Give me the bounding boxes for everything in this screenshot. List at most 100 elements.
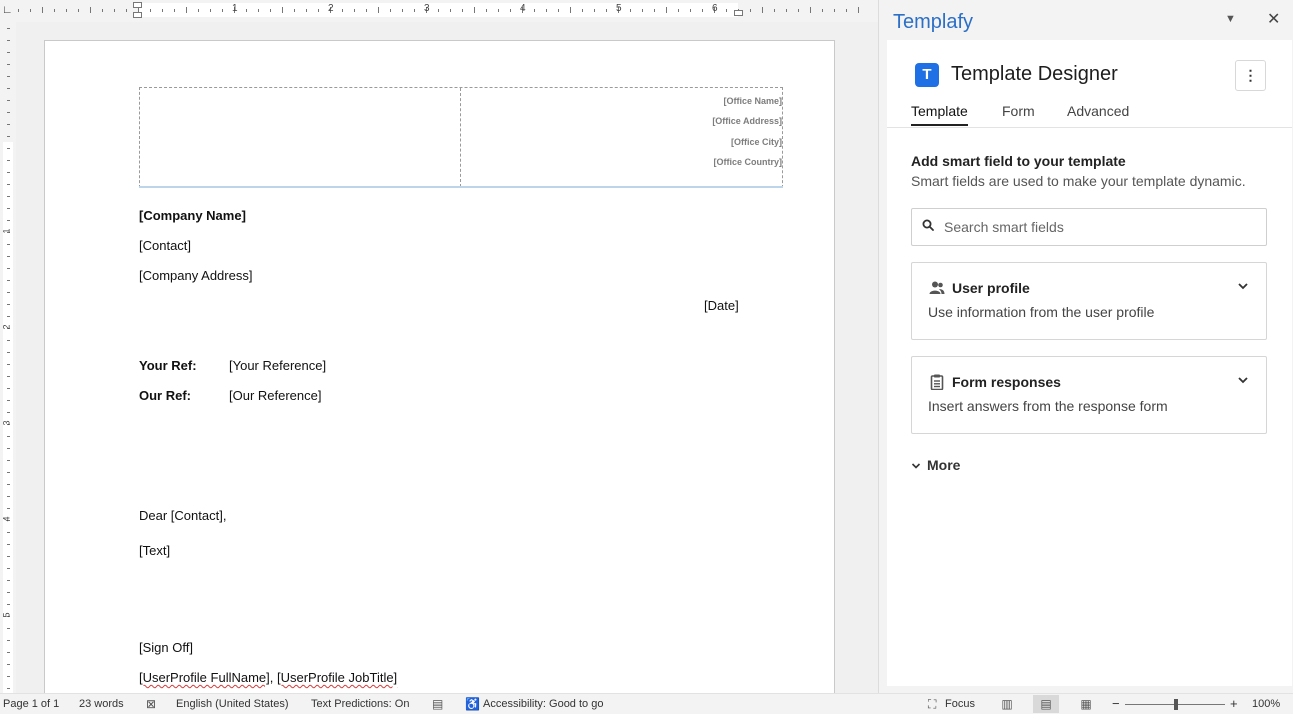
more-toggle[interactable]: More xyxy=(911,457,960,473)
ruler-tick xyxy=(486,9,487,12)
vertical-ruler-tick xyxy=(7,352,10,353)
left-indent-marker[interactable] xyxy=(133,12,142,18)
company-address-field[interactable]: [Company Address] xyxy=(139,268,252,283)
ruler-tick xyxy=(474,7,475,13)
search-box[interactable] xyxy=(911,208,1267,246)
signature-line[interactable]: [UserProfile FullName], [UserProfile Job… xyxy=(139,670,397,685)
chevron-down-icon[interactable] xyxy=(1237,280,1249,292)
accessibility-icon[interactable]: ♿ xyxy=(465,697,480,711)
our-ref-field[interactable]: [Our Reference] xyxy=(229,388,322,403)
ruler-tick xyxy=(630,9,631,12)
vertical-ruler-tick xyxy=(7,184,10,185)
body-text-field[interactable]: [Text] xyxy=(139,543,170,558)
office-city-field[interactable]: [Office City] xyxy=(461,136,782,156)
ruler-number: 2 xyxy=(328,3,334,14)
user-profile-card[interactable]: User profile Use information from the us… xyxy=(911,262,1267,340)
header-office-cell[interactable]: [Office Name] [Office Address] [Office C… xyxy=(461,88,782,187)
company-name-field[interactable]: [Company Name] xyxy=(139,208,246,223)
zoom-out-icon[interactable]: − xyxy=(1112,696,1120,711)
fullname-field[interactable]: [UserProfile FullName] xyxy=(139,670,270,685)
chevron-down-icon[interactable] xyxy=(1237,374,1249,386)
vertical-ruler-tick xyxy=(7,316,10,317)
horizontal-ruler[interactable]: ∟ 1 2 3 4 5 6 xyxy=(0,0,878,22)
focus-button[interactable]: Focus xyxy=(945,698,975,710)
ruler-tick xyxy=(678,9,679,12)
first-line-indent-marker[interactable] xyxy=(133,2,142,8)
tab-selector-icon[interactable]: ∟ xyxy=(2,4,13,16)
task-pane: Templafy ▼ ✕ T Template Designer ⋮ Templ… xyxy=(878,0,1293,693)
header-table[interactable]: [Office Name] [Office Address] [Office C… xyxy=(139,87,783,188)
ruler-tick xyxy=(786,9,787,12)
ruler-tick xyxy=(342,9,343,12)
vertical-ruler-tick xyxy=(7,532,10,533)
ruler-tick xyxy=(258,9,259,12)
templafy-logo-icon: T xyxy=(915,63,939,87)
page-count[interactable]: Page 1 of 1 xyxy=(3,698,59,710)
office-country-field[interactable]: [Office Country] xyxy=(461,156,783,176)
word-count[interactable]: 23 words xyxy=(79,698,124,710)
vertical-ruler-tick xyxy=(7,556,10,557)
ruler-tick xyxy=(366,9,367,12)
tab-bar: Template Form Advanced xyxy=(887,103,1292,128)
contact-field[interactable]: [Contact] xyxy=(139,238,191,253)
zoom-percent[interactable]: 100% xyxy=(1252,698,1280,710)
ruler-tick xyxy=(858,7,859,13)
form-responses-card[interactable]: Form responses Insert answers from the r… xyxy=(911,356,1267,434)
language-status[interactable]: English (United States) xyxy=(176,698,289,710)
ruler-tick xyxy=(402,9,403,12)
ruler-tick xyxy=(606,9,607,12)
vertical-ruler-tick xyxy=(7,412,10,413)
vertical-ruler-tick xyxy=(7,172,10,173)
your-ref-field[interactable]: [Your Reference] xyxy=(229,358,326,373)
ruler-tick xyxy=(498,9,499,12)
zoom-slider-thumb[interactable] xyxy=(1174,699,1178,710)
ruler-tick xyxy=(582,9,583,12)
right-indent-marker[interactable] xyxy=(734,10,743,16)
vertical-ruler-tick xyxy=(7,364,10,365)
vertical-ruler-tick xyxy=(7,544,10,545)
vertical-ruler-tick xyxy=(7,496,10,497)
search-input[interactable] xyxy=(944,209,1264,245)
focus-icon[interactable]: ⛶ xyxy=(928,697,936,712)
zoom-in-icon[interactable]: + xyxy=(1230,696,1238,711)
web-layout-view-icon[interactable]: ▦ xyxy=(1073,695,1099,713)
tab-form[interactable]: Form xyxy=(1002,103,1035,124)
accessibility-status[interactable]: Accessibility: Good to go xyxy=(483,698,603,710)
section-subtitle: Smart fields are used to make your templ… xyxy=(911,173,1246,189)
vertical-ruler-tick xyxy=(7,580,10,581)
tab-advanced[interactable]: Advanced xyxy=(1067,103,1129,124)
vertical-ruler-track xyxy=(3,142,13,693)
vertical-ruler[interactable]: 1 2 3 4 5 xyxy=(0,22,16,693)
office-name-field[interactable]: [Office Name] xyxy=(461,95,782,115)
tab-template[interactable]: Template xyxy=(911,103,968,126)
ruler-tick xyxy=(210,9,211,12)
vertical-ruler-tick xyxy=(7,652,10,653)
vertical-ruler-tick xyxy=(7,304,10,305)
salutation-text[interactable]: Dear [Contact], xyxy=(139,508,226,523)
ruler-tick xyxy=(318,9,319,12)
print-layout-view-icon[interactable]: ▤ xyxy=(1033,695,1059,713)
ruler-tick xyxy=(186,7,187,13)
pane-options-chevron-icon[interactable]: ▼ xyxy=(1225,13,1236,25)
read-mode-view-icon[interactable]: ▥ xyxy=(994,695,1020,713)
macro-icon[interactable]: ▤ xyxy=(432,697,443,711)
vertical-ruler-tick xyxy=(7,676,10,677)
proofing-icon[interactable]: ⊠ xyxy=(146,697,156,711)
date-field[interactable]: [Date] xyxy=(704,298,739,313)
sign-off-field[interactable]: [Sign Off] xyxy=(139,640,193,655)
vertical-ruler-tick xyxy=(7,40,10,41)
text-predictions-status[interactable]: Text Predictions: On xyxy=(311,698,409,710)
vertical-ruler-tick xyxy=(7,280,10,281)
vertical-ruler-number: 4 xyxy=(1,516,12,522)
office-address-field[interactable]: [Office Address] xyxy=(461,115,782,135)
ruler-tick xyxy=(570,7,571,13)
ruler-tick xyxy=(534,9,535,12)
vertical-ruler-tick xyxy=(7,628,10,629)
document-page[interactable]: [Office Name] [Office Address] [Office C… xyxy=(44,40,835,693)
more-options-button[interactable]: ⋮ xyxy=(1235,60,1266,91)
vertical-ruler-tick xyxy=(7,436,10,437)
header-logo-cell[interactable] xyxy=(140,88,461,187)
jobtitle-field[interactable]: [UserProfile JobTitle] xyxy=(277,670,397,685)
ruler-tick xyxy=(546,9,547,12)
close-icon[interactable]: ✕ xyxy=(1267,9,1280,29)
